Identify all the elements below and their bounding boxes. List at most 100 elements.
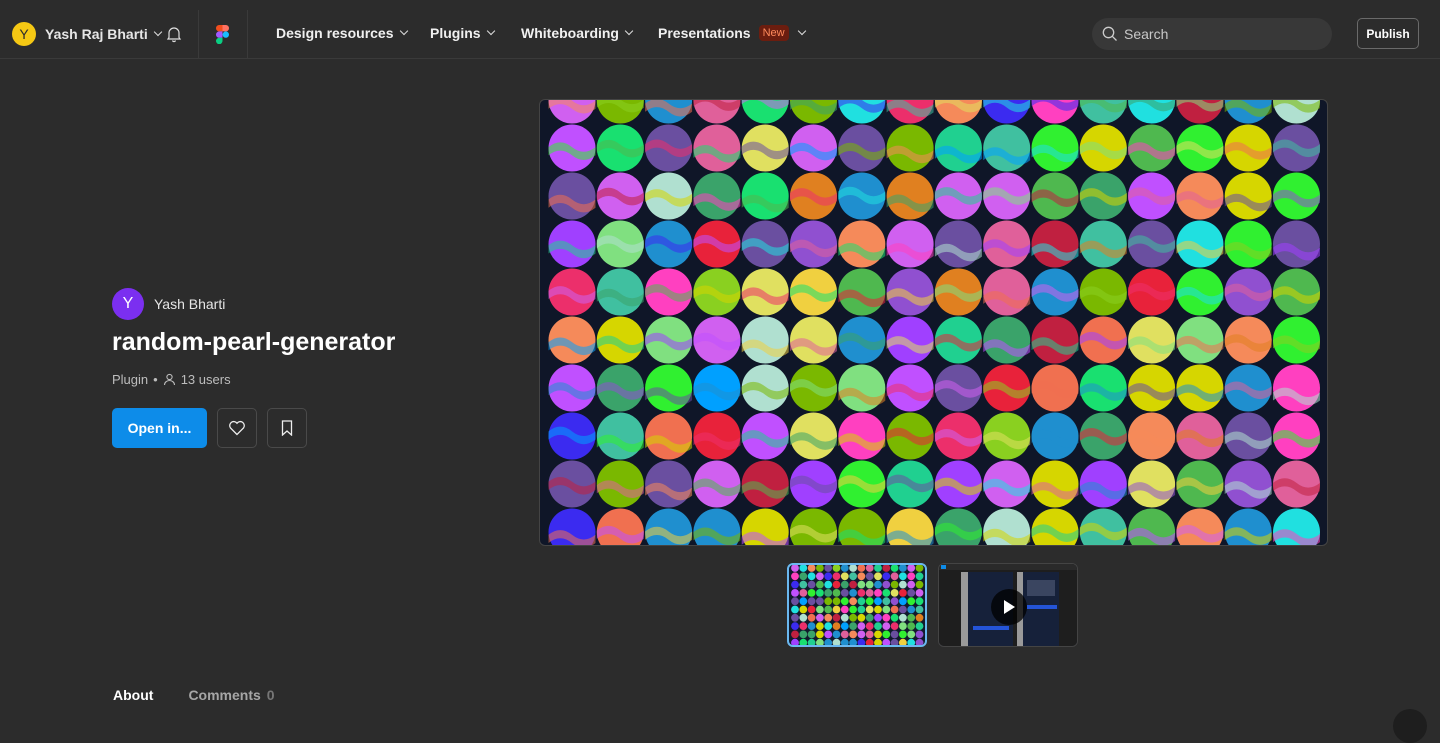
chevron-down-icon (797, 26, 806, 36)
pearl (791, 589, 799, 597)
chevron-down-icon (624, 26, 634, 36)
pearl (874, 622, 882, 630)
pearl (857, 630, 866, 639)
pearl (865, 622, 874, 630)
pearl (857, 622, 866, 630)
figma-logo-icon[interactable] (216, 25, 229, 44)
pearl (865, 580, 874, 589)
pearl (915, 589, 924, 597)
pearl-grid-thumbnail (791, 565, 924, 645)
pearl (832, 597, 841, 606)
pearl (882, 597, 891, 606)
bell-icon[interactable] (165, 25, 183, 43)
pearl (807, 613, 816, 622)
nav-plugins[interactable]: Plugins (430, 25, 495, 41)
pearl (832, 622, 841, 630)
pearl (865, 597, 874, 606)
pearl (840, 565, 849, 572)
thumbnail-video[interactable] (938, 563, 1078, 647)
user-avatar: Y (12, 22, 36, 46)
tab-about[interactable]: About (113, 687, 153, 703)
author-link[interactable]: Y Yash Bharti (112, 288, 225, 320)
pearl (907, 572, 916, 581)
pearl (882, 638, 891, 645)
nav-design-resources[interactable]: Design resources (276, 25, 408, 41)
pearl (890, 589, 899, 597)
chevron-down-icon (399, 26, 408, 36)
pearl (882, 565, 891, 572)
search-box[interactable] (1092, 18, 1332, 50)
pearl (899, 580, 907, 589)
pearl (741, 316, 789, 364)
pearl (857, 572, 866, 581)
pearl (799, 597, 808, 606)
thumbnail-image[interactable] (787, 563, 927, 647)
divider (247, 10, 248, 58)
pearl (799, 605, 808, 614)
search-input[interactable] (1124, 26, 1314, 42)
pearl (983, 316, 1031, 364)
open-in-button[interactable]: Open in... (112, 408, 207, 448)
pearl (857, 580, 866, 589)
tab-comments[interactable]: Comments 0 (188, 687, 274, 703)
pearl (816, 572, 824, 581)
pearl (816, 605, 824, 614)
pearl (849, 605, 857, 614)
pearl (824, 597, 833, 606)
nav-presentations[interactable]: Presentations New (658, 25, 806, 41)
pearl (899, 613, 907, 622)
pearl (816, 580, 824, 589)
pearl (882, 605, 891, 614)
pearl (865, 572, 874, 581)
chevron-down-icon (153, 27, 162, 37)
pearl (840, 589, 849, 597)
pearl (645, 364, 693, 412)
pearl (857, 638, 866, 645)
pearl (816, 565, 824, 572)
pearl (865, 613, 874, 622)
pearl (791, 630, 799, 639)
pearl (832, 572, 841, 581)
pearl (799, 565, 808, 572)
pearl (799, 580, 808, 589)
pearl (857, 589, 866, 597)
pearl (907, 565, 916, 572)
pearl (816, 622, 824, 630)
author-avatar: Y (112, 288, 144, 320)
pearl (824, 572, 833, 581)
pearl (907, 580, 916, 589)
pearl (799, 638, 808, 645)
pearl (857, 565, 866, 572)
pearl (791, 580, 799, 589)
resource-title: random-pearl-generator (112, 328, 396, 356)
pearl (907, 638, 916, 645)
pearl (840, 572, 849, 581)
pearl (840, 605, 849, 614)
pearl (907, 630, 916, 639)
pearl (899, 589, 907, 597)
floating-help-button[interactable] (1393, 709, 1427, 743)
pearl (890, 572, 899, 581)
pearl (807, 580, 816, 589)
pearl (874, 613, 882, 622)
account-menu[interactable]: Y Yash Raj Bharti (12, 22, 162, 46)
chevron-down-icon (486, 26, 495, 36)
pearl (907, 589, 916, 597)
pearl (849, 565, 857, 572)
pearl (807, 638, 816, 645)
nav-label: Presentations (658, 25, 751, 41)
nav-whiteboarding[interactable]: Whiteboarding (521, 25, 634, 41)
bookmark-button[interactable] (267, 408, 307, 448)
pearl (849, 572, 857, 581)
like-button[interactable] (217, 408, 257, 448)
pearl (840, 597, 849, 606)
pearl (882, 622, 891, 630)
play-button[interactable] (991, 589, 1027, 625)
user-name: Yash Raj Bharti (45, 26, 148, 42)
publish-button[interactable]: Publish (1357, 18, 1419, 49)
pearl (882, 572, 891, 581)
detail-tabs: About Comments 0 (113, 687, 275, 703)
pearl (824, 580, 833, 589)
pearl (915, 565, 924, 572)
preview-image[interactable] (539, 99, 1328, 546)
